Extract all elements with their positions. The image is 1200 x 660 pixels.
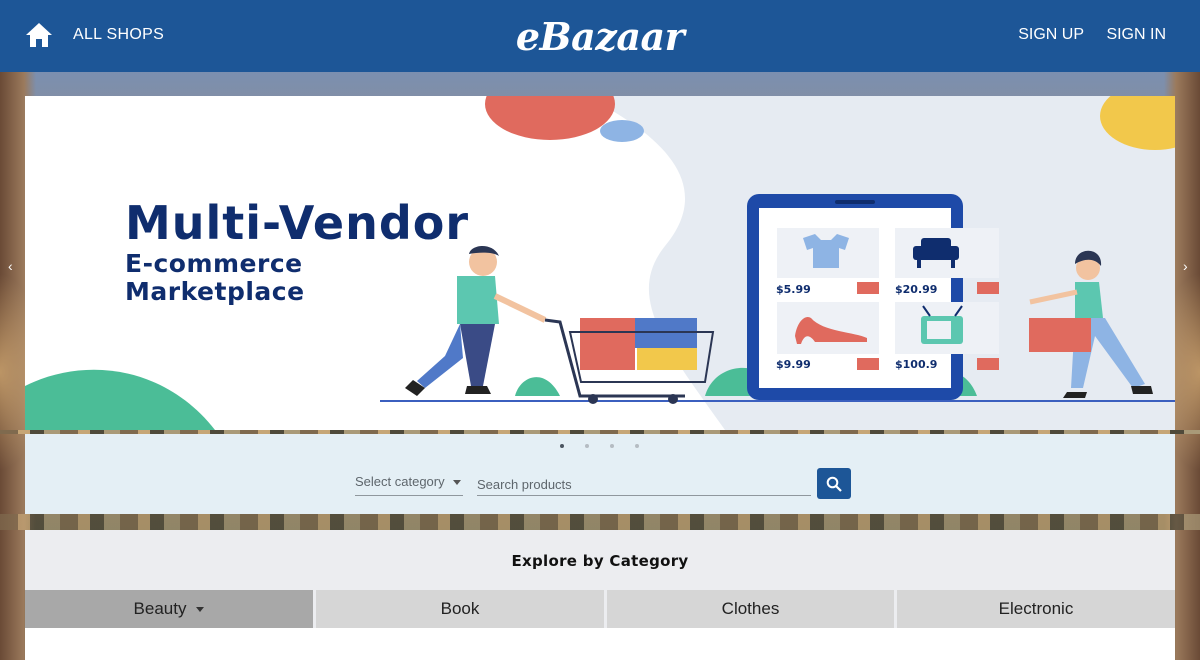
hero-banner: Multi-Vendor E-commerce Marketplace $5.9… xyxy=(25,96,1175,430)
carousel-dot-3[interactable] xyxy=(610,444,614,448)
product-price: $5.99 xyxy=(776,283,811,296)
category-select-label: Select category xyxy=(355,474,445,489)
search-button[interactable] xyxy=(817,468,851,499)
category-tab-label: Clothes xyxy=(721,599,780,618)
product-price: $20.99 xyxy=(895,283,938,296)
banner-title: Multi-Vendor xyxy=(125,196,470,250)
sign-in-link[interactable]: SIGN IN xyxy=(1106,26,1166,44)
category-tab-label: Book xyxy=(440,599,480,618)
shopping-cart-illustration xyxy=(544,318,715,404)
carousel-dot-1[interactable] xyxy=(560,444,564,448)
banner-subtitle-line2: Marketplace xyxy=(125,277,305,306)
carousel-prev-arrow[interactable]: ‹ xyxy=(8,258,20,274)
carousel-next-arrow[interactable]: › xyxy=(1183,258,1195,274)
product-price: $100.9 xyxy=(895,358,938,371)
search-panel: Select category xyxy=(25,434,1175,514)
category-tab-clothes[interactable]: Clothes xyxy=(607,590,894,628)
carousel-dot-4[interactable] xyxy=(635,444,639,448)
category-tab-electronic[interactable]: Electronic xyxy=(897,590,1175,628)
category-select[interactable]: Select category xyxy=(355,474,463,496)
category-content xyxy=(25,628,1175,660)
banner-subtitle-line1: E-commerce xyxy=(125,249,303,278)
dropdown-arrow-icon xyxy=(453,480,461,485)
background-strip xyxy=(0,514,1200,530)
carousel-dot-2[interactable] xyxy=(585,444,589,448)
explore-section: Explore by Category Beauty Book Clothes … xyxy=(25,530,1175,660)
chevron-down-icon xyxy=(196,607,205,613)
product-price: $9.99 xyxy=(776,358,811,371)
search-input[interactable] xyxy=(477,474,811,496)
category-tab-label: Beauty xyxy=(133,599,187,618)
category-tab-beauty[interactable]: Beauty xyxy=(25,590,313,628)
top-navbar: ALL SHOPS eBazaar SIGN UP SIGN IN xyxy=(0,0,1200,72)
man-illustration xyxy=(405,246,547,396)
category-tab-book[interactable]: Book xyxy=(316,590,604,628)
carousel-indicators xyxy=(25,444,1175,450)
search-icon xyxy=(826,476,842,492)
explore-title: Explore by Category xyxy=(511,552,689,570)
banner-subtitle: E-commerce Marketplace xyxy=(125,250,305,306)
sign-up-link[interactable]: SIGN UP xyxy=(1018,26,1084,44)
category-tab-label: Electronic xyxy=(998,599,1074,618)
